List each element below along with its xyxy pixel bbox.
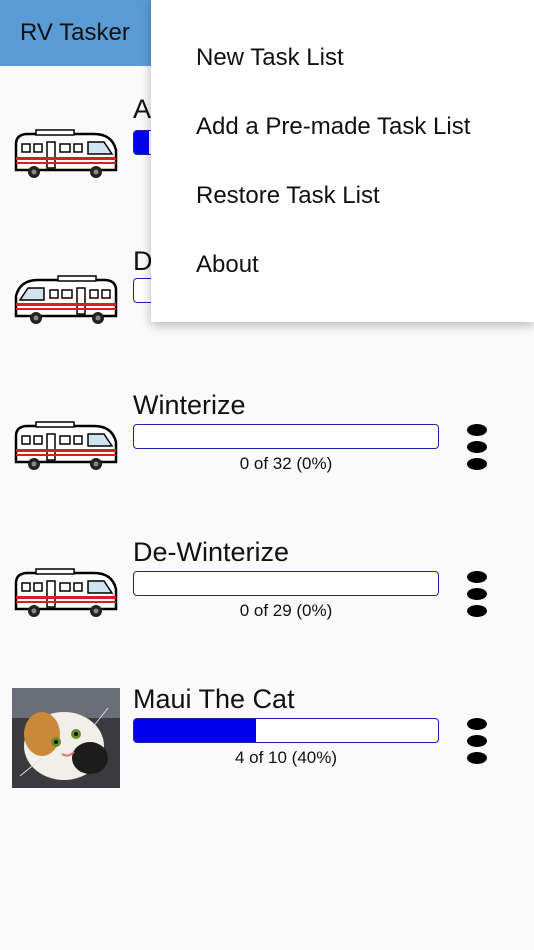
task-list-title: De-Winterize — [133, 537, 290, 567]
rv-icon — [14, 129, 118, 178]
overflow-menu-icon[interactable] — [460, 424, 494, 470]
menu-item-about[interactable]: About — [151, 230, 534, 299]
progress-count: 0 of 29 (0%) — [239, 601, 333, 620]
task-list-title: Maui The Cat — [133, 684, 295, 714]
progress-fill — [134, 719, 256, 742]
rv-icon — [14, 275, 118, 324]
overflow-menu-icon[interactable] — [460, 718, 494, 764]
task-list-title: D — [133, 246, 153, 276]
task-list-row[interactable]: De-Winterize 0 of 29 (0%) — [0, 537, 534, 667]
progress-fill — [134, 131, 150, 154]
task-list-row[interactable]: Maui The Cat 4 of 10 (40%) — [0, 684, 534, 814]
task-list-title: A — [133, 94, 152, 124]
progress-count: 0 of 32 (0%) — [239, 454, 333, 473]
progress-bar — [133, 718, 439, 743]
progress-bar — [133, 424, 439, 449]
menu-item-new-task-list[interactable]: New Task List — [151, 23, 534, 92]
menu-item-add-premade-task-list[interactable]: Add a Pre-made Task List — [151, 92, 534, 161]
rv-icon — [14, 421, 118, 470]
overflow-popup-menu: New Task List Add a Pre-made Task List R… — [151, 0, 534, 322]
task-list-title: Winterize — [133, 390, 246, 420]
progress-bar — [133, 571, 439, 596]
cat-photo — [12, 688, 120, 788]
rv-icon — [14, 568, 118, 617]
menu-item-restore-task-list[interactable]: Restore Task List — [151, 161, 534, 230]
app-title: RV Tasker — [0, 0, 151, 66]
overflow-menu-icon[interactable] — [460, 571, 494, 617]
task-list-row[interactable]: Winterize 0 of 32 (0%) — [0, 390, 534, 520]
progress-count: 4 of 10 (40%) — [234, 748, 338, 767]
